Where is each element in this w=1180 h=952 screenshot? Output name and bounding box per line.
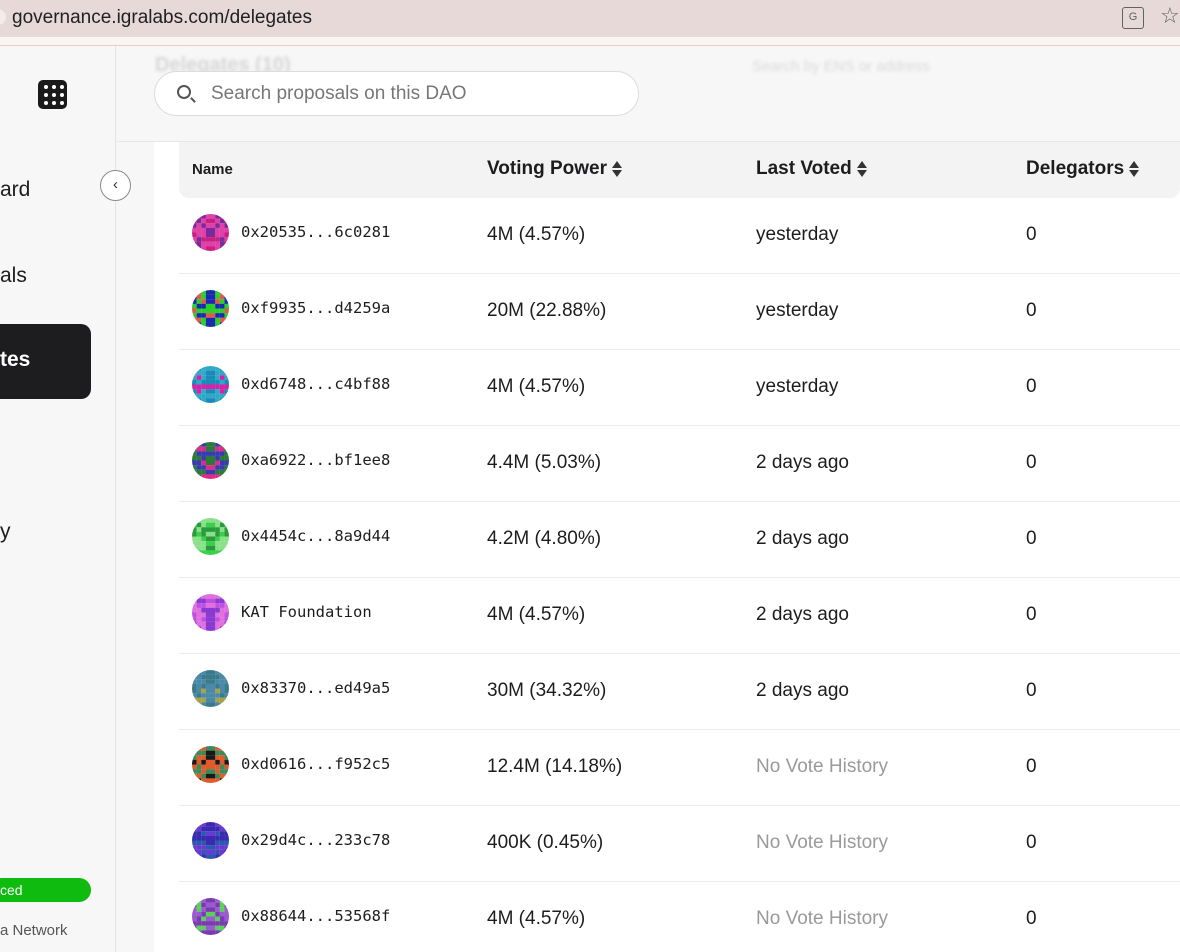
column-header-name: Name	[192, 161, 233, 178]
voting-power-cell: 20M (22.88%)	[487, 300, 607, 321]
site-info-icon[interactable]	[0, 9, 6, 25]
delegate-name[interactable]: 0x4454c...8a9d44	[241, 527, 390, 545]
last-voted-cell: 2 days ago	[756, 528, 849, 549]
column-header-last-voted[interactable]: Last Voted	[756, 158, 867, 180]
search-box[interactable]	[154, 71, 639, 116]
sidebar-item-dashboard[interactable]: ard	[0, 178, 30, 202]
delegators-cell: 0	[1026, 832, 1037, 853]
search-icon	[177, 85, 191, 99]
delegators-cell: 0	[1026, 908, 1037, 929]
last-voted-cell: 2 days ago	[756, 452, 849, 473]
collapse-sidebar-button[interactable]: ‹	[100, 170, 131, 201]
apps-grid-icon[interactable]	[38, 80, 67, 109]
delegators-cell: 0	[1026, 604, 1037, 625]
avatar-icon	[192, 518, 229, 555]
delegators-cell: 0	[1026, 756, 1037, 777]
delegate-name[interactable]: 0x29d4c...233c78	[241, 831, 390, 849]
search-input[interactable]	[211, 82, 611, 106]
avatar-icon	[192, 746, 229, 783]
avatar-icon	[192, 366, 229, 403]
table-row[interactable]: KAT Foundation 4M (4.57%) 2 days ago 0	[179, 578, 1180, 654]
delegators-cell: 0	[1026, 452, 1037, 473]
table-row[interactable]: 0xa6922...bf1ee8 4.4M (5.03%) 2 days ago 0	[179, 426, 1180, 502]
sort-icon[interactable]	[856, 160, 867, 178]
sidebar-item-label: tes	[0, 348, 31, 371]
table-row[interactable]: 0xf9935...d4259a 20M (22.88%) yesterday 0	[179, 274, 1180, 350]
last-voted-cell: No Vote History	[756, 908, 888, 929]
delegators-cell: 0	[1026, 300, 1037, 321]
sort-icon[interactable]	[1129, 160, 1140, 178]
table-row[interactable]: 0xd0616...f952c5 12.4M (14.18%) No Vote Hi…	[179, 730, 1180, 806]
browser-address-bar[interactable]: governance.igralabs.com/delegates G ☆	[0, 0, 1180, 37]
table-row[interactable]: 0x20535...6c0281 4M (4.57%) yesterday 0	[179, 198, 1180, 274]
avatar-icon	[192, 290, 229, 327]
status-badge: ced	[0, 878, 91, 902]
delegate-name[interactable]: 0xa6922...bf1ee8	[241, 451, 390, 469]
translate-icon[interactable]: G	[1122, 7, 1144, 29]
delegate-name[interactable]: 0xd6748...c4bf88	[241, 375, 390, 393]
delegate-search-hint: Search by ENS or address	[752, 58, 930, 75]
network-label: a Network	[0, 922, 68, 939]
delegate-name[interactable]: KAT Foundation	[241, 603, 372, 621]
voting-power-cell: 4M (4.57%)	[487, 376, 586, 397]
delegate-name[interactable]: 0x20535...6c0281	[241, 223, 390, 241]
avatar-icon	[192, 822, 229, 859]
last-voted-cell: yesterday	[756, 300, 839, 321]
last-voted-cell: 2 days ago	[756, 604, 849, 625]
delegators-cell: 0	[1026, 376, 1037, 397]
voting-power-cell: 4.4M (5.03%)	[487, 452, 602, 473]
avatar-icon	[192, 670, 229, 707]
delegates-table: Name Voting Power Last Voted Delegators …	[154, 142, 1180, 952]
table-row[interactable]: 0xd6748...c4bf88 4M (4.57%) yesterday 0	[179, 350, 1180, 426]
voting-power-cell: 4M (4.57%)	[487, 908, 586, 929]
last-voted-cell: No Vote History	[756, 756, 888, 777]
delegate-name[interactable]: 0x88644...53568f	[241, 907, 390, 925]
voting-power-cell: 400K (0.45%)	[487, 832, 604, 853]
url-text[interactable]: governance.igralabs.com/delegates	[12, 7, 312, 29]
last-voted-cell: yesterday	[756, 376, 839, 397]
sidebar-item-proposals[interactable]: als	[0, 264, 27, 288]
delegators-cell: 0	[1026, 224, 1037, 245]
sidebar: ard als tes y ced a Network	[0, 46, 116, 952]
column-header-voting-power[interactable]: Voting Power	[487, 158, 622, 180]
table-row[interactable]: 0x4454c...8a9d44 4.2M (4.80%) 2 days ago 0	[179, 502, 1180, 578]
delegators-cell: 0	[1026, 528, 1037, 549]
voting-power-cell: 12.4M (14.18%)	[487, 756, 623, 777]
delegate-name[interactable]: 0xf9935...d4259a	[241, 299, 390, 317]
table-row[interactable]: 0x83370...ed49a5 30M (34.32%) 2 days ago 0	[179, 654, 1180, 730]
sidebar-item-delegates[interactable]: tes	[0, 324, 91, 399]
delegate-name[interactable]: 0x83370...ed49a5	[241, 679, 390, 697]
sort-icon[interactable]	[611, 160, 622, 178]
voting-power-cell: 4M (4.57%)	[487, 604, 586, 625]
avatar-icon	[192, 594, 229, 631]
avatar-icon	[192, 898, 229, 935]
delegators-cell: 0	[1026, 680, 1037, 701]
page-top-strip	[0, 37, 1180, 46]
voting-power-cell: 4M (4.57%)	[487, 224, 586, 245]
last-voted-cell: No Vote History	[756, 832, 888, 853]
chevron-left-icon: ‹	[113, 176, 118, 193]
last-voted-cell: yesterday	[756, 224, 839, 245]
table-row[interactable]: 0x29d4c...233c78 400K (0.45%) No Vote Hist…	[179, 806, 1180, 882]
last-voted-cell: 2 days ago	[756, 680, 849, 701]
delegate-name[interactable]: 0xd0616...f952c5	[241, 755, 390, 773]
avatar-icon	[192, 442, 229, 479]
table-header: Name Voting Power Last Voted Delegators	[179, 142, 1180, 198]
avatar-icon	[192, 214, 229, 251]
column-header-delegators[interactable]: Delegators	[1026, 158, 1140, 180]
star-icon[interactable]: ☆	[1160, 3, 1180, 29]
voting-power-cell: 30M (34.32%)	[487, 680, 607, 701]
page-header: Delegates (10) Search by ENS or address	[117, 46, 1180, 142]
sidebar-item-treasury[interactable]: y	[0, 520, 11, 544]
voting-power-cell: 4.2M (4.80%)	[487, 528, 602, 549]
table-row[interactable]: 0x88644...53568f 4M (4.57%) No Vote Histor…	[179, 882, 1180, 952]
